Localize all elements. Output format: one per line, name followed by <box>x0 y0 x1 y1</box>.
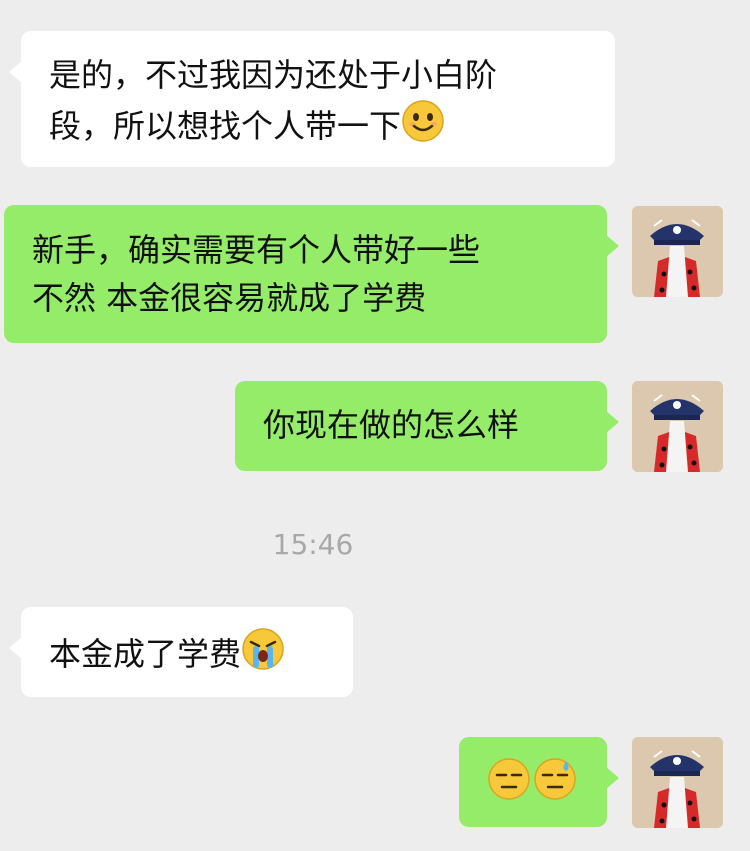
message-text: 本金成了学费 <box>49 627 353 684</box>
message-text: 新手，确实需要有个人带好一些 <box>32 231 481 269</box>
outgoing-message-bubble[interactable]: 新手，确实需要有个人带好一些 不然 本金很容易就成了学费 <box>4 205 619 343</box>
bubble-tail <box>9 61 22 83</box>
bubble-tail <box>606 411 619 433</box>
user-avatar[interactable] <box>632 381 723 472</box>
sweat-emoji-icon <box>533 757 577 814</box>
crying-emoji-icon <box>241 627 285 684</box>
bubble-tail <box>606 235 619 257</box>
user-avatar[interactable] <box>632 206 723 297</box>
user-avatar[interactable] <box>632 737 723 828</box>
sweat-emoji-icon <box>487 757 531 814</box>
outgoing-message-bubble[interactable] <box>459 737 619 827</box>
smile-emoji-icon <box>401 99 445 156</box>
bubble-tail <box>9 637 22 659</box>
message-text: 你现在做的怎么样 <box>263 406 520 444</box>
outgoing-message-bubble[interactable]: 你现在做的怎么样 <box>235 381 619 471</box>
message-text: 是的，不过我因为还处于小白阶 <box>49 56 498 94</box>
message-timestamp: 15:46 <box>272 528 354 561</box>
bubble-tail <box>606 767 619 789</box>
incoming-message-bubble[interactable]: 是的，不过我因为还处于小白阶 段，所以想找个人带一下 <box>9 31 615 167</box>
message-text: 段，所以想找个人带一下 <box>49 99 615 156</box>
incoming-message-bubble[interactable]: 本金成了学费 <box>9 607 353 697</box>
message-text: 不然 本金很容易就成了学费 <box>32 279 427 317</box>
